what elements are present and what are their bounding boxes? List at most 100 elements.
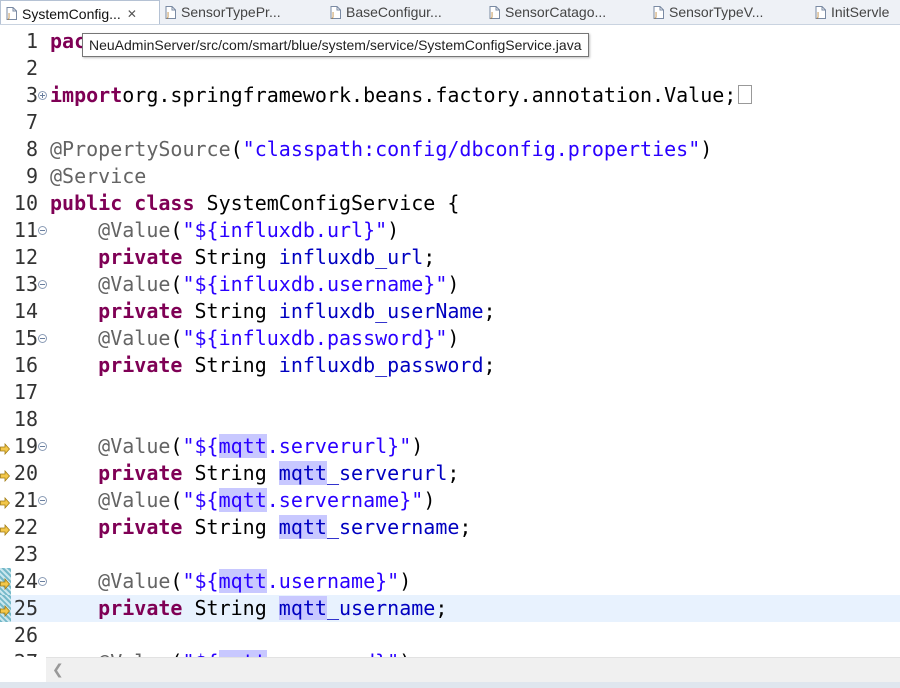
line-number: 18	[13, 407, 38, 431]
tab-2[interactable]: J SensorTypePr...	[160, 0, 320, 24]
code-line[interactable]: 22 private String mqtt_servername;	[0, 514, 900, 541]
line-number: 27	[0, 649, 38, 657]
collapse-fold-icon[interactable]	[38, 280, 47, 289]
code-token: .username}"	[266, 569, 400, 593]
code-token: mqtt	[278, 461, 327, 485]
code-token: public	[50, 191, 123, 215]
code-text[interactable]: @Value("${mqtt.password}")	[50, 649, 411, 657]
collapse-fold-icon[interactable]	[38, 442, 47, 451]
code-text[interactable]: private String mqtt_username;	[50, 595, 447, 622]
svg-text:J: J	[490, 11, 493, 19]
code-line[interactable]: 10 public class SystemConfigService {	[0, 190, 900, 217]
tab-label: SensorTypePr...	[181, 4, 281, 20]
code-line[interactable]: 17	[0, 379, 900, 406]
code-token: "${	[182, 488, 219, 512]
code-line[interactable]: 16 private String influxdb_password;	[0, 352, 900, 379]
code-line[interactable]: 25 private String mqtt_username;	[0, 595, 900, 622]
java-file-icon: J	[815, 5, 826, 19]
code-line[interactable]: 15 @Value("${influxdb.password}")	[0, 325, 900, 352]
code-text[interactable]: private String mqtt_servername;	[50, 514, 471, 541]
expand-fold-icon[interactable]	[38, 91, 47, 100]
tab-3[interactable]: J BaseConfigur...	[325, 0, 480, 24]
code-editor[interactable]: 1 pac 2 3 importorg.springframework.beans.fa…	[0, 25, 900, 657]
code-line[interactable]: 7	[0, 109, 900, 136]
code-line[interactable]: 27 @Value("${mqtt.password}")	[0, 649, 900, 657]
code-line[interactable]: 18	[0, 406, 900, 433]
code-line[interactable]: 14 private String influxdb_userName;	[0, 298, 900, 325]
horizontal-scrollbar[interactable]: ❮	[46, 657, 900, 683]
close-icon[interactable]: ✕	[127, 7, 137, 21]
code-token: @Value	[98, 326, 171, 350]
code-line[interactable]: 12 private String influxdb_url;	[0, 244, 900, 271]
code-line[interactable]: 21 @Value("${mqtt.servername}")	[0, 487, 900, 514]
code-token: SystemConfigService {	[194, 191, 460, 215]
code-line[interactable]: 2	[0, 55, 900, 82]
code-token: )	[399, 650, 411, 657]
code-text[interactable]: private String influxdb_password;	[50, 352, 495, 379]
line-number: 20	[13, 461, 38, 485]
collapse-fold-icon[interactable]	[38, 334, 47, 343]
java-file-icon: J	[6, 7, 17, 20]
code-token: private	[98, 515, 183, 539]
line-number: 14	[13, 299, 38, 323]
code-token: mqtt	[218, 569, 267, 593]
code-line[interactable]: 11 @Value("${influxdb.url}")	[0, 217, 900, 244]
scroll-left-arrow-icon[interactable]: ❮	[52, 662, 64, 678]
code-text[interactable]: @Value("${mqtt.servername}")	[50, 487, 435, 514]
tab-4[interactable]: J SensorCatago...	[484, 0, 644, 24]
collapse-fold-icon[interactable]	[38, 226, 47, 235]
code-token: String	[182, 353, 279, 377]
line-number: 3	[25, 83, 38, 107]
code-token: String	[182, 515, 279, 539]
code-line[interactable]: 3 importorg.springframework.beans.factory…	[0, 82, 900, 109]
tab-1[interactable]: J SystemConfig... ✕	[0, 0, 160, 24]
code-text[interactable]: public class SystemConfigService {	[50, 190, 459, 217]
code-text[interactable]: @Value("${mqtt.serverurl}")	[50, 433, 423, 460]
code-token: (	[170, 272, 183, 296]
code-token: )	[411, 434, 424, 458]
code-token: mqtt	[218, 434, 267, 458]
collapse-fold-icon[interactable]	[38, 496, 47, 505]
code-line[interactable]: 8 @PropertySource("classpath:config/dbcon…	[0, 136, 900, 163]
code-token: ;	[459, 515, 472, 539]
code-text[interactable]: importorg.springframework.beans.factory.…	[50, 82, 753, 109]
code-line[interactable]: 24 @Value("${mqtt.username}")	[0, 568, 900, 595]
code-text[interactable]: private String influxdb_userName;	[50, 298, 495, 325]
folded-block-marker[interactable]	[738, 85, 753, 104]
code-text[interactable]: @Service	[50, 163, 146, 190]
tab-6[interactable]: J InitServle	[810, 0, 900, 24]
code-token: @Value	[98, 569, 171, 593]
file-path-tooltip: NeuAdminServer/src/com/smart/blue/system…	[82, 33, 589, 57]
code-text[interactable]: private String influxdb_url;	[50, 244, 435, 271]
code-text[interactable]: pac	[50, 28, 86, 55]
code-line[interactable]: 23	[0, 541, 900, 568]
code-token: "${influxdb.password}"	[182, 326, 448, 350]
code-text[interactable]: @Value("${influxdb.username}")	[50, 271, 459, 298]
line-number: 12	[13, 245, 38, 269]
code-token: mqtt	[278, 515, 327, 539]
code-token: private	[98, 245, 183, 269]
code-line[interactable]: 26	[0, 622, 900, 649]
code-line[interactable]: 19 @Value("${mqtt.serverurl}")	[0, 433, 900, 460]
tab-5[interactable]: J SensorTypeV...	[648, 0, 806, 24]
java-file-icon: J	[653, 5, 664, 19]
svg-text:J: J	[7, 12, 10, 20]
code-text[interactable]: @Value("${influxdb.url}")	[50, 217, 399, 244]
code-line[interactable]: 20 private String mqtt_serverurl;	[0, 460, 900, 487]
code-text[interactable]: @Value("${mqtt.username}")	[50, 568, 411, 595]
code-text[interactable]: private String mqtt_serverurl;	[50, 460, 459, 487]
code-token: influxdb_url	[278, 245, 424, 269]
code-text[interactable]: @PropertySource("classpath:config/dbconf…	[50, 136, 712, 163]
code-line[interactable]: 9 @Service	[0, 163, 900, 190]
code-text[interactable]: @Value("${influxdb.password}")	[50, 325, 459, 352]
code-token: import	[50, 83, 123, 107]
code-token: )	[399, 569, 412, 593]
collapse-fold-icon[interactable]	[38, 577, 47, 586]
svg-text:J: J	[166, 11, 169, 19]
line-number: 26	[13, 623, 38, 647]
code-line[interactable]: 13 @Value("${influxdb.username}")	[0, 271, 900, 298]
code-token: )	[423, 488, 436, 512]
code-token: @Value	[98, 650, 170, 657]
